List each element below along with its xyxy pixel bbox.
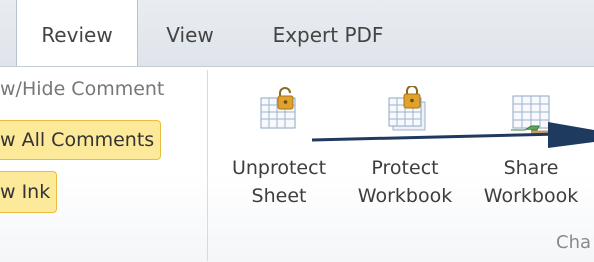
ribbon-tab-strip: Review View Expert PDF [0, 0, 594, 66]
tab-view-label: View [166, 23, 214, 47]
changes-group-label-text: Cha [556, 232, 592, 253]
unprotect-sheet-button[interactable]: Unprotect Sheet [220, 86, 338, 210]
tab-expert-pdf[interactable]: Expert PDF [258, 0, 398, 66]
share-workbook-button[interactable]: Share Workbook [468, 86, 594, 210]
tab-review[interactable]: Review [16, 0, 138, 66]
show-hide-comment-label: w/Hide Comment [0, 78, 165, 100]
tab-review-label: Review [41, 23, 113, 47]
share-workbook-label-2: Workbook [483, 185, 579, 207]
protect-workbook-icon [388, 86, 426, 131]
protect-workbook-label-1: Protect [371, 157, 439, 179]
show-ink-button[interactable]: w Ink [0, 171, 58, 213]
show-all-comments-button[interactable]: w All Comments [0, 120, 162, 160]
unprotect-sheet-icon [260, 87, 296, 129]
show-ink-label: w Ink [0, 181, 51, 203]
share-workbook-icon [511, 95, 550, 134]
group-separator [207, 70, 208, 261]
share-workbook-label-1: Share [503, 157, 559, 179]
tab-expert-pdf-label: Expert PDF [272, 23, 384, 47]
tab-view[interactable]: View [150, 0, 230, 66]
show-hide-comment-button[interactable]: w/Hide Comment [0, 78, 164, 100]
changes-group-label: Cha [556, 232, 591, 253]
protect-workbook-label-2: Workbook [357, 185, 453, 207]
protect-workbook-button[interactable]: Protect Workbook [346, 86, 464, 210]
unprotect-sheet-label-2: Sheet [251, 185, 307, 207]
show-all-comments-label: w All Comments [0, 129, 155, 151]
unprotect-sheet-label-1: Unprotect [231, 157, 327, 179]
